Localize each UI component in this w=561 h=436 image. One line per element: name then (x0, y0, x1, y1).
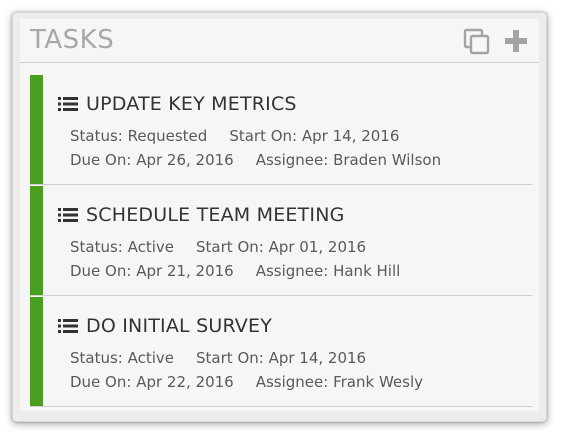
tasks-panel: TASKS UPDATE KEY METRICS Status: Request… (20, 19, 539, 411)
task-due-date: Due On: Apr 22, 2016 (70, 373, 234, 391)
task-assignee: Assignee: Frank Wesly (255, 373, 423, 391)
task-status-accent (30, 297, 43, 406)
task-name: DO INITIAL SURVEY (86, 315, 273, 337)
copy-button[interactable] (462, 27, 492, 57)
task-assignee: Assignee: Braden Wilson (255, 151, 442, 169)
task-meta-row: Status: Active Start On: Apr 01, 2016 (70, 238, 366, 256)
task-due-date: Due On: Apr 21, 2016 (70, 262, 234, 280)
task-name: UPDATE KEY METRICS (86, 93, 297, 115)
task-status: Status: Requested (70, 127, 208, 145)
add-task-button[interactable] (501, 27, 531, 57)
task-start-date: Start On: Apr 01, 2016 (196, 238, 367, 256)
task-title-row: UPDATE KEY METRICS (58, 92, 297, 116)
task-assignee: Assignee: Hank Hill (255, 262, 401, 280)
list-icon (58, 319, 78, 333)
tasks-header: TASKS (20, 19, 539, 63)
task-meta-row: Status: Active Start On: Apr 14, 2016 (70, 349, 366, 367)
task-due-date: Due On: Apr 26, 2016 (70, 151, 234, 169)
task-card[interactable]: UPDATE KEY METRICS Status: Requested Star… (30, 75, 532, 185)
task-start-date: Start On: Apr 14, 2016 (229, 127, 400, 145)
task-status-accent (30, 75, 43, 184)
task-start-date: Start On: Apr 14, 2016 (196, 349, 367, 367)
copy-icon (463, 28, 490, 55)
task-card[interactable]: DO INITIAL SURVEY Status: Active Start On… (30, 297, 532, 407)
task-meta-row: Due On: Apr 26, 2016 Assignee: Braden Wil… (70, 151, 441, 169)
task-title-row: SCHEDULE TEAM MEETING (58, 203, 345, 227)
task-meta-row: Status: Requested Start On: Apr 14, 2016 (70, 127, 399, 145)
task-name: SCHEDULE TEAM MEETING (86, 204, 345, 226)
task-meta-row: Due On: Apr 22, 2016 Assignee: Frank Wesl… (70, 373, 423, 391)
list-icon (58, 208, 78, 222)
task-status: Status: Active (70, 349, 175, 367)
task-status-accent (30, 186, 43, 295)
task-card[interactable]: SCHEDULE TEAM MEETING Status: Active Star… (30, 186, 532, 296)
tasks-widget-frame: TASKS UPDATE KEY METRICS Status: Request… (12, 12, 547, 422)
panel-title: TASKS (30, 25, 115, 55)
plus-icon (505, 30, 527, 52)
task-title-row: DO INITIAL SURVEY (58, 314, 272, 338)
task-meta-row: Due On: Apr 21, 2016 Assignee: Hank Hill (70, 262, 400, 280)
task-status: Status: Active (70, 238, 175, 256)
list-icon (58, 97, 78, 111)
